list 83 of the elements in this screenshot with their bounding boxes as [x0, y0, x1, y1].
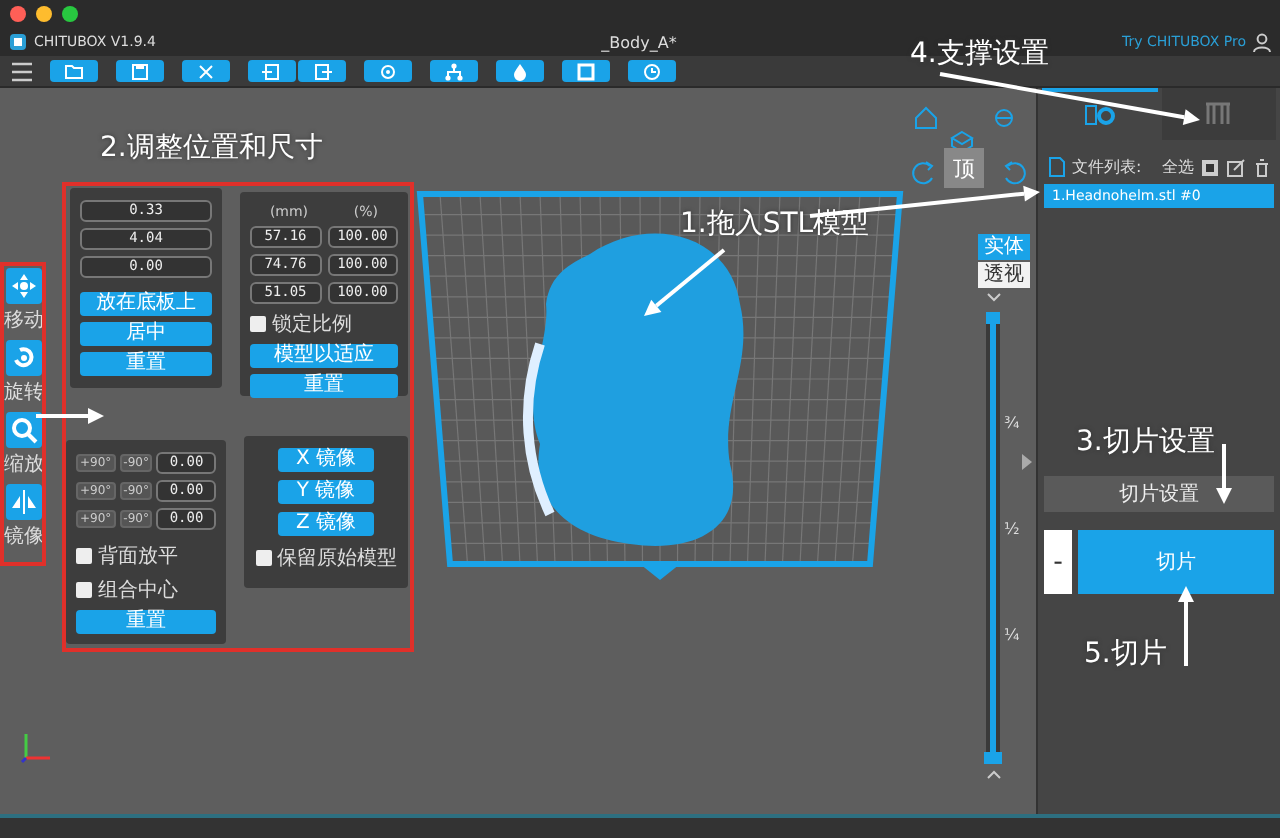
annotation-arrow	[36, 408, 104, 424]
save-icon	[130, 61, 150, 82]
layer-slider-thumb[interactable]	[986, 312, 1000, 325]
import-icon	[262, 61, 282, 82]
app-logo-icon	[8, 32, 28, 52]
annotation-arrow	[1216, 444, 1232, 504]
keep-original-checkbox[interactable]	[255, 550, 271, 567]
move-action-button[interactable]: 重置	[80, 352, 212, 377]
annotation-text: 3.切片设置	[1076, 424, 1215, 460]
slice-button[interactable]: 切片	[1078, 530, 1274, 595]
layer-slider-track[interactable]	[986, 312, 1000, 757]
reset-button[interactable]: 重置	[76, 610, 216, 635]
scale-icon	[10, 416, 38, 445]
rotate-icon	[10, 344, 38, 373]
move-action-button[interactable]: 居中	[80, 322, 212, 347]
layer-slider-handle[interactable]	[984, 752, 1002, 765]
annotation-text: 5.切片	[1084, 636, 1167, 672]
clock-icon	[642, 61, 662, 82]
document-title: _Body_A*	[599, 33, 679, 51]
option-checkbox[interactable]	[76, 582, 92, 599]
annotation-arrow	[1178, 586, 1194, 666]
tool-label: 旋转	[4, 379, 44, 407]
export-icon	[312, 61, 332, 82]
support-tab[interactable]	[1161, 88, 1276, 141]
tool-label: 镜像	[4, 523, 44, 551]
minus-button[interactable]: -	[1044, 530, 1072, 595]
mirror-axis-button[interactable]: Z 镜像	[278, 512, 374, 537]
render-mode-button[interactable]: 实体	[978, 234, 1030, 261]
checkbox-label: 组合中心	[98, 577, 178, 605]
rotate-tool-button[interactable]	[6, 340, 42, 377]
annotation-text: 2.调整位置和尺寸	[100, 130, 323, 166]
annotation-text: 4.支撑设置	[910, 36, 1049, 72]
top-view-button[interactable]: 顶	[944, 148, 984, 189]
import-button[interactable]	[248, 60, 296, 83]
option-checkbox[interactable]	[76, 548, 92, 565]
slider-mark: ½	[1004, 520, 1020, 539]
mirror-axis-button[interactable]: Y 镜像	[278, 480, 374, 505]
annotation-arrow	[644, 248, 726, 316]
slice-settings-button[interactable]: 切片设置	[1044, 476, 1274, 513]
tool-label: 移动	[4, 308, 44, 335]
move-icon	[10, 272, 38, 301]
user-icon[interactable]	[1252, 32, 1272, 52]
export-button[interactable]	[298, 60, 346, 83]
clock-button[interactable]	[628, 60, 676, 83]
scale-action-button[interactable]: 重置	[250, 374, 398, 399]
zoom-button[interactable]	[62, 6, 78, 22]
tool-label: 缩放	[4, 451, 44, 479]
slider-mark: ¼	[1004, 626, 1020, 645]
layer-slider-fill[interactable]	[990, 324, 996, 757]
network-icon	[444, 61, 464, 82]
checkbox-label: 锁定比例	[272, 311, 352, 339]
file-icon	[1046, 156, 1066, 179]
checkbox-label: 保留原始模型	[277, 545, 397, 573]
caret-up-icon[interactable]	[986, 768, 1002, 781]
mirror-tool-button[interactable]	[6, 484, 42, 521]
lock-ratio-checkbox[interactable]	[250, 316, 266, 333]
folder-icon	[64, 61, 84, 82]
drop-icon	[510, 61, 530, 82]
slider-mark: ¾	[1004, 414, 1020, 433]
render-mode-button[interactable]: 透视	[978, 262, 1030, 289]
move-action-button[interactable]: 放在底板上	[80, 292, 212, 317]
trash-icon[interactable]	[1252, 157, 1272, 178]
checkbox-label: 背面放平	[98, 543, 178, 571]
frame-icon	[576, 61, 596, 82]
folder-button[interactable]	[50, 60, 98, 83]
menu-icon[interactable]	[12, 61, 32, 82]
mirror-axis-button[interactable]: X 镜像	[278, 448, 374, 473]
edit-icon[interactable]	[1226, 157, 1246, 178]
axis-icon	[16, 728, 56, 769]
network-button[interactable]	[430, 60, 478, 83]
select-all-label: 全选	[1162, 156, 1194, 179]
drop-button[interactable]	[496, 60, 544, 83]
minimize-button[interactable]	[36, 6, 52, 22]
move-tool-button[interactable]	[6, 268, 42, 305]
select-all-checkbox-icon[interactable]	[1200, 157, 1220, 178]
mirror-icon	[10, 488, 38, 517]
save-button[interactable]	[116, 60, 164, 83]
frame-button[interactable]	[562, 60, 610, 83]
scale-action-button[interactable]: 模型以适应	[250, 344, 398, 369]
close-button[interactable]	[10, 6, 26, 22]
scale-tool-button[interactable]	[6, 412, 42, 449]
file-list-label: 文件列表:	[1072, 156, 1142, 179]
caret-down-icon[interactable]	[986, 292, 1002, 303]
